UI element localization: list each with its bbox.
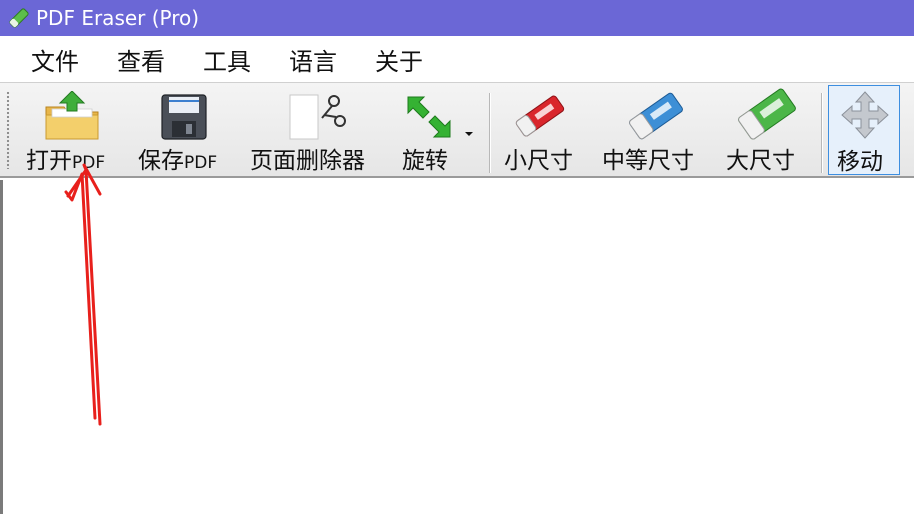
menu-language[interactable]: 语言: [289, 42, 337, 77]
toolbar-separator: [489, 93, 490, 173]
rotate-label: 旋转: [402, 148, 448, 174]
floppy-disk-icon: [160, 93, 208, 145]
save-pdf-button[interactable]: 保存PDF: [134, 83, 234, 177]
dropdown-arrow-icon[interactable]: [464, 123, 474, 142]
save-label-text: 保存: [138, 148, 184, 174]
rotate-button[interactable]: 旋转: [396, 83, 480, 177]
open-pdf-label: 打开PDF: [26, 141, 105, 175]
move-arrows-icon: [837, 90, 893, 144]
menu-bar: 文件 查看 工具 语言 关于: [0, 36, 914, 82]
menu-file[interactable]: 文件: [31, 42, 79, 77]
toolbar: 打开PDF 保存PDF 页面删除器 旋转 小尺寸 中等尺寸 大尺寸 移动: [0, 82, 914, 178]
title-bar: PDF Eraser (Pro): [0, 0, 914, 36]
page-scissors-icon: [286, 91, 350, 145]
eraser-app-icon: [6, 5, 32, 31]
large-size-button[interactable]: 大尺寸: [722, 83, 818, 177]
window-title: PDF Eraser (Pro): [36, 6, 200, 30]
toolbar-separator: [821, 93, 822, 173]
document-canvas[interactable]: [0, 180, 914, 514]
small-size-label: 小尺寸: [504, 148, 573, 174]
move-button[interactable]: 移动: [828, 85, 900, 175]
menu-tools[interactable]: 工具: [203, 42, 251, 77]
toolbar-grip-handle[interactable]: [6, 91, 10, 169]
medium-size-label: 中等尺寸: [602, 148, 694, 174]
save-label-suffix: PDF: [184, 153, 218, 173]
move-label: 移动: [837, 149, 883, 175]
save-pdf-label: 保存PDF: [138, 141, 217, 175]
open-label-suffix: PDF: [72, 153, 106, 173]
blue-eraser-icon: [626, 91, 686, 145]
menu-about[interactable]: 关于: [375, 42, 423, 77]
large-size-label: 大尺寸: [726, 148, 795, 174]
medium-size-button[interactable]: 中等尺寸: [598, 83, 714, 177]
menu-view[interactable]: 查看: [117, 42, 165, 77]
page-remover-button[interactable]: 页面删除器: [246, 83, 382, 177]
rotate-arrows-icon: [404, 93, 454, 145]
open-label-text: 打开: [26, 148, 72, 174]
small-size-button[interactable]: 小尺寸: [496, 83, 588, 177]
open-pdf-button[interactable]: 打开PDF: [22, 83, 122, 177]
open-folder-icon: [44, 90, 100, 145]
page-remover-label: 页面删除器: [250, 148, 365, 174]
green-eraser-icon: [736, 87, 798, 145]
red-eraser-icon: [512, 93, 568, 143]
